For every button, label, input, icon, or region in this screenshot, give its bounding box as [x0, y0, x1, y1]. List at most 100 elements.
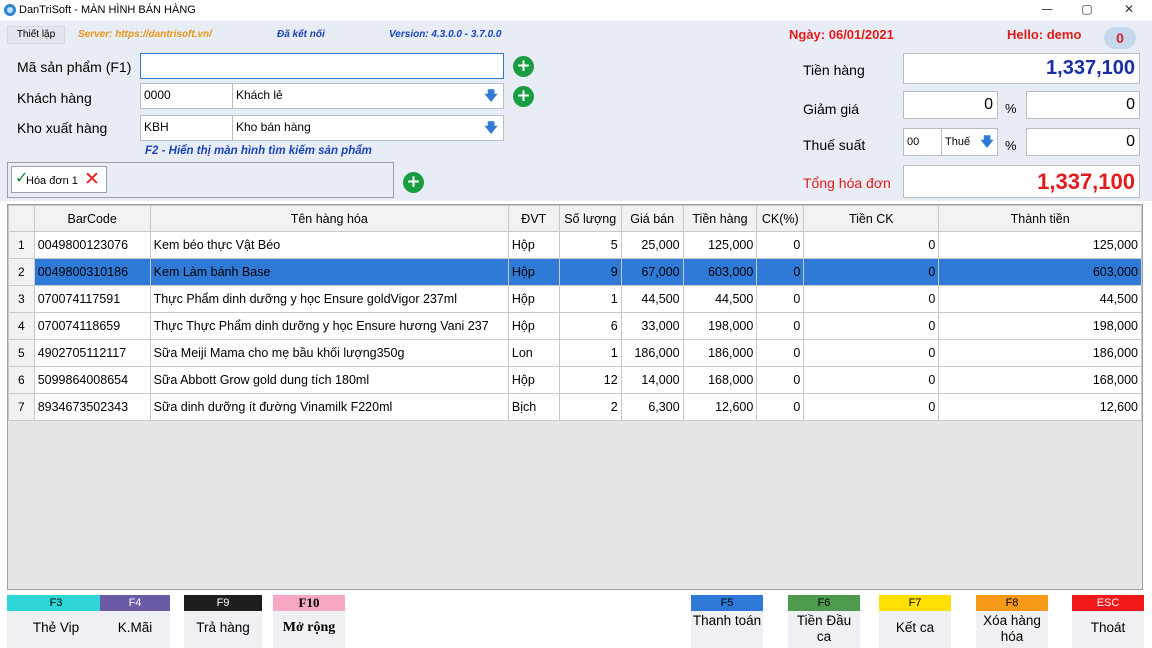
table-row[interactable]: 3 070074117591 Thực Phẩm dinh dưỡng y học …	[8, 285, 1142, 313]
table-cell[interactable]: 5	[558, 231, 622, 259]
notification-badge[interactable]: 0	[1104, 27, 1136, 49]
table-cell[interactable]: 1	[558, 285, 622, 313]
table-cell[interactable]: 070074118659	[33, 312, 151, 340]
table-cell[interactable]: Sữa Meiji Mama cho mẹ bầu khối lượng350g	[149, 339, 509, 367]
table-cell[interactable]: 125,000	[938, 231, 1142, 259]
table-cell[interactable]: 0	[803, 366, 940, 394]
table-row[interactable]: 4 070074118659 Thực Thực Phẩm dinh dưỡng y…	[8, 312, 1142, 340]
product-code-input[interactable]	[140, 53, 504, 79]
table-cell[interactable]: 25,000	[620, 231, 684, 259]
table-cell[interactable]: 12,600	[682, 393, 758, 421]
function-key-f8-button[interactable]: F8 Xóa hàng hóa	[976, 595, 1048, 648]
table-cell[interactable]: 6	[558, 312, 622, 340]
table-cell[interactable]: 0	[756, 231, 805, 259]
table-cell[interactable]: 0	[756, 366, 805, 394]
table-cell[interactable]: 0	[803, 285, 940, 313]
table-cell[interactable]: 0049800123076	[33, 231, 151, 259]
function-key-f4-button[interactable]: F4 K.Mãi	[100, 595, 170, 648]
table-cell[interactable]: 070074117591	[33, 285, 151, 313]
tax-value-input[interactable]: 0	[1026, 128, 1140, 156]
add-product-button[interactable]: +	[513, 56, 534, 77]
warehouse-field[interactable]: KBH Kho bán hàng 🡇	[140, 115, 504, 141]
table-cell[interactable]: 0	[803, 312, 940, 340]
column-header[interactable]: ĐVT	[507, 205, 560, 232]
table-cell[interactable]: Kem Làm bánh Base	[149, 258, 509, 286]
table-cell[interactable]: 0049800310186	[33, 258, 151, 286]
function-key-f9-button[interactable]: F9 Trả hàng	[184, 595, 262, 648]
table-cell[interactable]: Bịch	[507, 393, 560, 421]
table-cell[interactable]: 186,000	[682, 339, 758, 367]
discount-percent-input[interactable]: 0	[903, 91, 998, 119]
column-header[interactable]: BarCode	[33, 205, 151, 232]
table-row[interactable]: 2 0049800310186 Kem Làm bánh Base Hộp 9 67,00…	[8, 258, 1142, 286]
table-cell[interactable]: 0	[756, 339, 805, 367]
tax-dropdown-arrow-icon[interactable]: 🡇	[979, 132, 995, 152]
function-key-esc-button[interactable]: ESC Thoát	[1072, 595, 1144, 648]
order-tab[interactable]: ✓ Hóa đơn 1 ✕	[11, 166, 107, 193]
warehouse-dropdown-arrow-icon[interactable]: 🡇	[483, 118, 499, 138]
column-header[interactable]: Tên hàng hóa	[149, 205, 509, 232]
column-header[interactable]: CK(%)	[756, 205, 805, 232]
table-cell[interactable]: 186,000	[620, 339, 684, 367]
customer-field[interactable]: 0000 Khách lẻ 🡇	[140, 83, 504, 109]
table-cell[interactable]: Thực Thực Phẩm dinh dưỡng y học Ensure h…	[149, 312, 509, 340]
discount-value-input[interactable]: 0	[1026, 91, 1140, 119]
table-cell[interactable]: 198,000	[682, 312, 758, 340]
function-key-f7-button[interactable]: F7 Kết ca	[879, 595, 951, 648]
table-cell[interactable]: 12	[558, 366, 622, 394]
table-cell[interactable]: 1	[558, 339, 622, 367]
add-customer-button[interactable]: +	[513, 86, 534, 107]
table-cell[interactable]: 2	[558, 393, 622, 421]
tax-field[interactable]: 00 Thuế 🡇	[903, 128, 998, 156]
table-cell[interactable]: 125,000	[682, 231, 758, 259]
maximize-button[interactable]: ▢	[1070, 0, 1104, 21]
column-header[interactable]: Giá bán	[620, 205, 684, 232]
function-key-f10-button[interactable]: F10 Mở rộng	[273, 595, 345, 648]
close-window-button[interactable]: ✕	[1112, 0, 1146, 21]
column-header[interactable]: Số lượng	[558, 205, 622, 232]
table-cell[interactable]: 5099864008654	[33, 366, 151, 394]
table-row[interactable]: 1 0049800123076 Kem béo thực Vật Béo Hộp 5 25…	[8, 231, 1142, 259]
table-cell[interactable]: 0	[803, 231, 940, 259]
table-cell[interactable]: 0	[803, 258, 940, 286]
table-row[interactable]: 6 5099864008654 Sữa Abbott Grow gold dung …	[8, 366, 1142, 394]
table-row[interactable]: 7 8934673502343 Sữa dinh dưỡng ít đường Vi…	[8, 393, 1142, 421]
table-cell[interactable]: 44,500	[682, 285, 758, 313]
table-cell[interactable]: 12,600	[938, 393, 1142, 421]
table-cell[interactable]: Thực Phẩm dinh dưỡng y học Ensure goldVi…	[149, 285, 509, 313]
table-cell[interactable]: 14,000	[620, 366, 684, 394]
table-cell[interactable]: 0	[756, 285, 805, 313]
table-cell[interactable]: 0	[803, 339, 940, 367]
column-header[interactable]: Tiền CK	[803, 205, 940, 232]
table-cell[interactable]: 186,000	[938, 339, 1142, 367]
table-cell[interactable]: 44,500	[938, 285, 1142, 313]
table-cell[interactable]: 0	[756, 393, 805, 421]
table-cell[interactable]: 0	[756, 258, 805, 286]
close-order-icon[interactable]: ✕	[84, 168, 100, 190]
column-header[interactable]: Tiền hàng	[682, 205, 758, 232]
function-key-f6-button[interactable]: F6 Tiền Đầu ca	[788, 595, 860, 648]
table-cell[interactable]: Lon	[507, 339, 560, 367]
table-cell[interactable]: 198,000	[938, 312, 1142, 340]
table-cell[interactable]: 0	[803, 393, 940, 421]
table-cell[interactable]: Hộp	[507, 285, 560, 313]
minimize-button[interactable]: —	[1030, 0, 1064, 21]
table-cell[interactable]: 67,000	[620, 258, 684, 286]
table-cell[interactable]: 6,300	[620, 393, 684, 421]
table-cell[interactable]: 33,000	[620, 312, 684, 340]
setup-tab[interactable]: Thiết lập	[7, 26, 65, 44]
function-key-f5-button[interactable]: F5 Thanh toán	[691, 595, 763, 648]
table-cell[interactable]: 603,000	[938, 258, 1142, 286]
table-cell[interactable]: 44,500	[620, 285, 684, 313]
table-cell[interactable]: 0	[756, 312, 805, 340]
table-cell[interactable]: Hộp	[507, 312, 560, 340]
add-order-button[interactable]: +	[403, 172, 424, 193]
customer-dropdown-arrow-icon[interactable]: 🡇	[483, 86, 499, 106]
function-key-f3-button[interactable]: F3 Thẻ Vip	[7, 595, 105, 648]
table-cell[interactable]: Sữa dinh dưỡng ít đường Vinamilk F220ml	[149, 393, 509, 421]
table-cell[interactable]: 4902705112117	[33, 339, 151, 367]
table-cell[interactable]: Hộp	[507, 366, 560, 394]
table-row[interactable]: 5 4902705112117 Sữa Meiji Mama cho mẹ bầu …	[8, 339, 1142, 367]
table-cell[interactable]: 168,000	[938, 366, 1142, 394]
table-cell[interactable]: 9	[558, 258, 622, 286]
